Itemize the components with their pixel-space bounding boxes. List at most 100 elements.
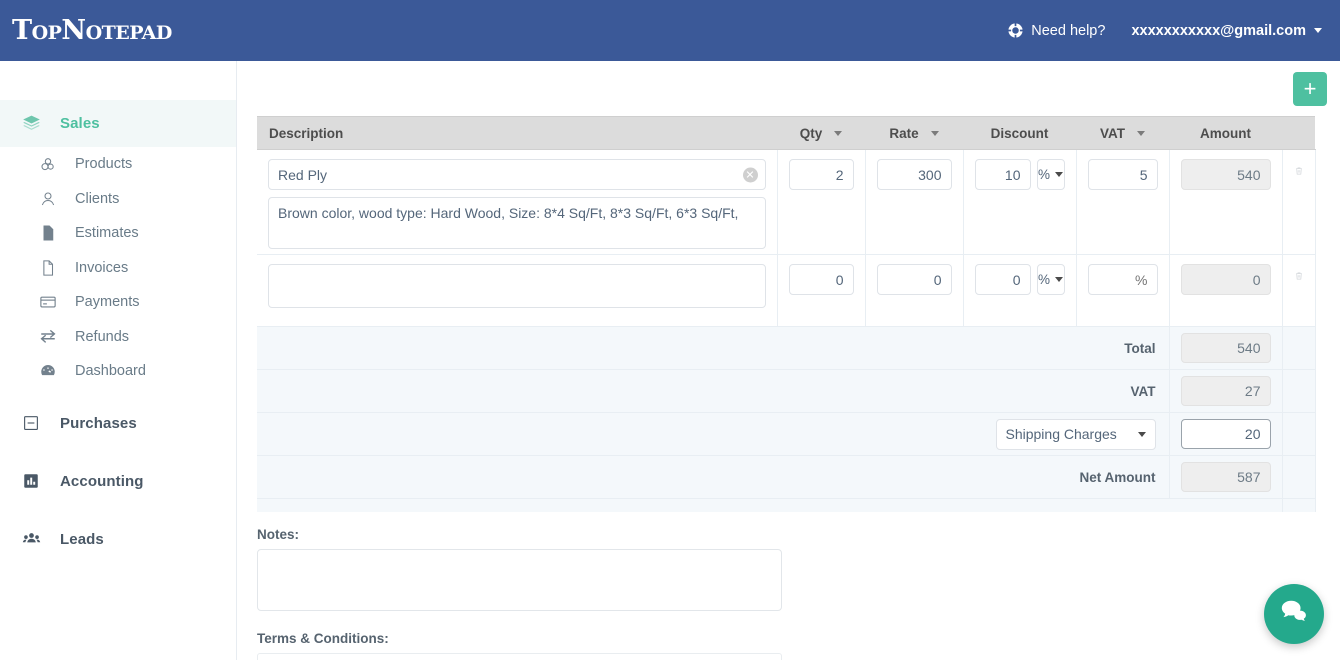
summary-spacer <box>1282 498 1316 512</box>
clear-circle-icon[interactable]: ✕ <box>742 167 758 182</box>
summary-row-vat: VAT <box>257 369 1316 413</box>
shipping-charges-label: Shipping Charges <box>1005 426 1117 442</box>
column-label: Discount <box>990 125 1049 141</box>
cell-rate <box>865 149 964 255</box>
sidebar-item-purchases[interactable]: Purchases <box>0 400 236 447</box>
shipping-charges-select[interactable]: Shipping Charges <box>995 418 1156 450</box>
column-header-description: Description <box>257 116 777 150</box>
trash-icon[interactable] <box>1294 264 1304 284</box>
column-header-qty[interactable]: Qty <box>777 116 865 150</box>
item-qty-input[interactable] <box>788 159 854 190</box>
item-discount-input[interactable] <box>974 159 1031 190</box>
sidebar-item-label: Leads <box>60 530 104 548</box>
estimate-doc-icon <box>38 224 58 242</box>
trash-icon[interactable] <box>1294 159 1304 179</box>
shipping-charges-input[interactable] <box>1180 419 1271 449</box>
account-email: xxxxxxxxxxx@gmail.com <box>1131 22 1306 39</box>
column-label: VAT <box>1100 125 1125 141</box>
top-header: TopNotepad Need help? xxxxxxxxxxx@gmail.… <box>0 0 1340 61</box>
sidebar-item-accounting[interactable]: Accounting <box>0 458 236 505</box>
sidebar-item-estimates[interactable]: Estimates <box>0 216 236 251</box>
sidebar-item-leads[interactable]: Leads <box>0 516 236 563</box>
item-details-textarea[interactable] <box>268 197 766 249</box>
terms-editor: Format B I U Lists Link <box>257 652 782 660</box>
exchange-arrows-icon <box>38 328 58 346</box>
main-content: + Description Qty Rate Discount VAT Amou… <box>245 61 1340 660</box>
chevron-down-icon <box>1137 431 1146 437</box>
summary-spacer <box>1282 369 1316 413</box>
sidebar-item-clients[interactable]: Clients <box>0 182 236 217</box>
column-header-discount: Discount <box>963 116 1076 150</box>
chevron-down-icon <box>1137 130 1145 136</box>
column-header-rate[interactable]: Rate <box>865 116 963 150</box>
summary-value-cell <box>1169 412 1283 456</box>
app-logo[interactable]: TopNotepad <box>12 17 172 44</box>
column-label: Rate <box>889 125 919 141</box>
discount-unit-value: % <box>1037 272 1050 287</box>
item-rate-input[interactable] <box>876 159 952 190</box>
column-header-vat[interactable]: VAT <box>1076 116 1169 150</box>
chevron-down-icon <box>1055 277 1063 282</box>
sidebar-item-refunds[interactable]: Refunds <box>0 320 236 355</box>
item-discount-unit-select[interactable]: % <box>1036 159 1065 190</box>
table-row: % <box>257 254 1316 327</box>
chevron-down-icon <box>930 130 939 136</box>
summary-label: Total <box>257 326 1170 370</box>
summary-value-cell <box>1169 326 1283 370</box>
item-description-input[interactable] <box>268 264 766 308</box>
notes-textarea[interactable] <box>257 548 782 611</box>
layers-icon <box>20 114 42 133</box>
cell-qty <box>777 254 866 327</box>
table-header-row: Description Qty Rate Discount VAT Amount <box>257 116 1315 150</box>
chat-bubbles-icon <box>1279 597 1309 632</box>
discount-unit-value: % <box>1037 167 1050 182</box>
item-amount-output <box>1180 264 1271 295</box>
editor-toolbar: Format B I U Lists Link <box>258 654 781 660</box>
sidebar-item-products[interactable]: Products <box>0 147 236 182</box>
cell-discount: % <box>963 149 1077 255</box>
item-vat-input[interactable] <box>1087 159 1158 190</box>
terms-label: Terms & Conditions: <box>257 630 389 646</box>
column-header-actions <box>1282 116 1315 150</box>
cell-actions <box>1282 149 1316 255</box>
summary-row-shipping: Shipping Charges <box>257 412 1316 456</box>
cell-amount <box>1169 149 1283 255</box>
column-label: Description <box>269 125 344 141</box>
need-help-label: Need help? <box>1031 22 1106 39</box>
column-label: Amount <box>1200 125 1251 141</box>
sidebar-top-spacer <box>0 61 236 100</box>
account-menu[interactable]: xxxxxxxxxxx@gmail.com <box>1131 23 1322 39</box>
item-qty-input[interactable] <box>788 264 854 295</box>
item-rate-input[interactable] <box>876 264 952 295</box>
bar-chart-icon <box>20 472 42 490</box>
cell-amount <box>1169 254 1283 327</box>
sidebar-item-sales[interactable]: Sales <box>0 100 236 147</box>
cell-description <box>257 254 778 327</box>
invoice-doc-icon <box>38 259 58 277</box>
sidebar-item-label: Estimates <box>75 225 139 242</box>
cell-qty <box>777 149 866 255</box>
need-help-button[interactable]: Need help? <box>1007 22 1105 39</box>
sidebar-item-payments[interactable]: Payments <box>0 285 236 320</box>
item-discount-input[interactable] <box>974 264 1031 295</box>
minus-box-icon <box>20 414 42 432</box>
item-description-input[interactable] <box>268 159 766 190</box>
sidebar-item-dashboard[interactable]: Dashboard <box>0 354 236 389</box>
credit-card-icon <box>38 293 58 311</box>
summary-label: Net Amount <box>257 455 1170 499</box>
sidebar-item-label: Refunds <box>75 328 130 345</box>
item-discount-unit-select[interactable]: % <box>1036 264 1065 295</box>
people-icon <box>20 530 42 549</box>
add-line-item-button[interactable]: + <box>1293 71 1327 106</box>
notes-label: Notes: <box>257 526 300 542</box>
chat-support-button[interactable] <box>1264 584 1324 644</box>
sidebar-item-invoices[interactable]: Invoices <box>0 251 236 286</box>
summary-spacer <box>1282 412 1316 456</box>
sidebar-item-label: Products <box>75 156 133 173</box>
chevron-down-icon <box>1055 172 1063 177</box>
sidebar-item-label: Accounting <box>60 472 144 490</box>
item-vat-input[interactable] <box>1087 264 1158 295</box>
